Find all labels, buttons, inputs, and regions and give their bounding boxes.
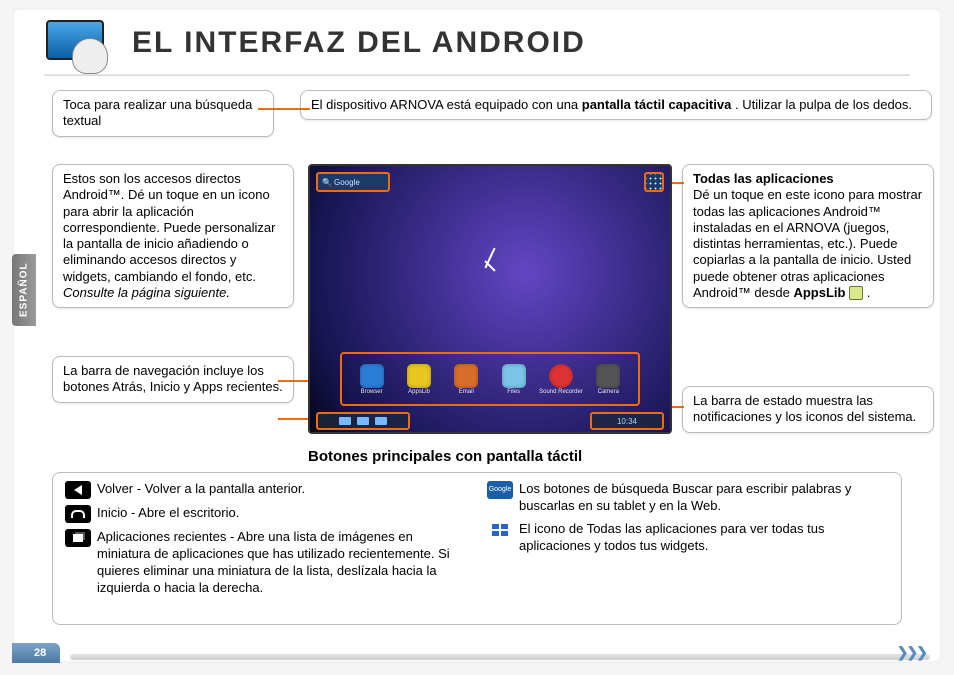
- intro-text-before: El dispositivo ARNOVA está equipado con …: [311, 97, 582, 112]
- shortcuts-callout: Estos son los accesos directos Android™.…: [52, 164, 294, 308]
- back-icon: [65, 481, 91, 499]
- footer-arrows-icon: ❯❯❯: [897, 644, 926, 661]
- connector-line: [278, 380, 312, 382]
- right-column: Los botones de búsqueda Buscar para escr…: [487, 481, 889, 616]
- touch-buttons-panel: Volver - Volver a la pantalla anterior. …: [52, 472, 902, 625]
- intro-text-after: . Utilizar la pulpa de los dedos.: [735, 97, 912, 112]
- dock-app-recorder[interactable]: Sound Recorder: [544, 364, 578, 395]
- all-apps-body: Dé un toque en este icono para mostrar t…: [693, 187, 922, 300]
- connector-line: [258, 108, 310, 110]
- search-icon: [487, 481, 513, 499]
- recent-text: Aplicaciones recientes - Abre una lista …: [97, 529, 467, 597]
- bottom-section-title: Botones principales con pantalla táctil: [308, 448, 582, 465]
- intro-text-bold: pantalla táctil capacitiva: [582, 97, 732, 112]
- device-nav-buttons[interactable]: [316, 412, 410, 430]
- device-screenshot: 🔍Google Browser AppsLib Email Files Soun…: [308, 164, 672, 434]
- statusbar-callout: La barra de estado muestra las notificac…: [682, 386, 934, 433]
- page-title: EL INTERFAZ DEL ANDROID: [132, 26, 586, 60]
- back-text: Volver - Volver a la pantalla anterior.: [97, 481, 467, 499]
- recent-apps-icon: [65, 529, 91, 547]
- manual-page: EL INTERFAZ DEL ANDROID ESPAÑOL El dispo…: [12, 8, 942, 663]
- page-number: 28: [12, 643, 60, 663]
- language-tab: ESPAÑOL: [12, 254, 36, 326]
- device-dock: Browser AppsLib Email Files Sound Record…: [340, 352, 640, 406]
- row-allapps: El icono de Todas las aplicaciones para …: [487, 521, 889, 555]
- touch-screen-icon: [44, 16, 114, 70]
- device-all-apps-button[interactable]: [644, 172, 664, 192]
- appslib-icon: [849, 286, 863, 300]
- all-apps-icon: [487, 521, 513, 539]
- dock-app-email[interactable]: Email: [449, 364, 483, 395]
- appslib-label: AppsLib: [793, 285, 845, 300]
- row-search: Los botones de búsqueda Buscar para escr…: [487, 481, 889, 515]
- device-clock-widget: [460, 237, 520, 297]
- row-home: Inicio - Abre el escritorio.: [65, 505, 467, 523]
- search-callout: Toca para realizar una búsqueda textual: [52, 90, 274, 137]
- dock-app-browser[interactable]: Browser: [355, 364, 389, 395]
- row-back: Volver - Volver a la pantalla anterior.: [65, 481, 467, 499]
- intro-callout: El dispositivo ARNOVA está equipado con …: [300, 90, 932, 120]
- shortcuts-text: Estos son los accesos directos Android™.…: [63, 171, 275, 284]
- home-icon: [65, 505, 91, 523]
- left-column: Volver - Volver a la pantalla anterior. …: [65, 481, 467, 616]
- search-text: Los botones de búsqueda Buscar para escr…: [519, 481, 889, 515]
- device-search-bar[interactable]: 🔍Google: [316, 172, 390, 192]
- all-apps-callout: Todas las aplicaciones Dé un toque en es…: [682, 164, 934, 308]
- allapps-text: El icono de Todas las aplicaciones para …: [519, 521, 889, 555]
- shortcuts-note: Consulte la página siguiente.: [63, 285, 230, 300]
- all-apps-title: Todas las aplicaciones: [693, 171, 923, 187]
- navbar-callout: La barra de navegación incluye los boton…: [52, 356, 294, 403]
- dock-app-files[interactable]: Files: [497, 364, 531, 395]
- footer-stripe: [70, 654, 930, 660]
- page-header: EL INTERFAZ DEL ANDROID: [44, 16, 910, 70]
- device-statusbar: 10:34: [316, 412, 664, 428]
- device-system-tray[interactable]: 10:34: [590, 412, 664, 430]
- row-recent: Aplicaciones recientes - Abre una lista …: [65, 529, 467, 597]
- dock-app-camera[interactable]: Camera: [591, 364, 625, 395]
- dock-app-appslib[interactable]: AppsLib: [402, 364, 436, 395]
- header-divider: [44, 74, 910, 76]
- home-text: Inicio - Abre el escritorio.: [97, 505, 467, 523]
